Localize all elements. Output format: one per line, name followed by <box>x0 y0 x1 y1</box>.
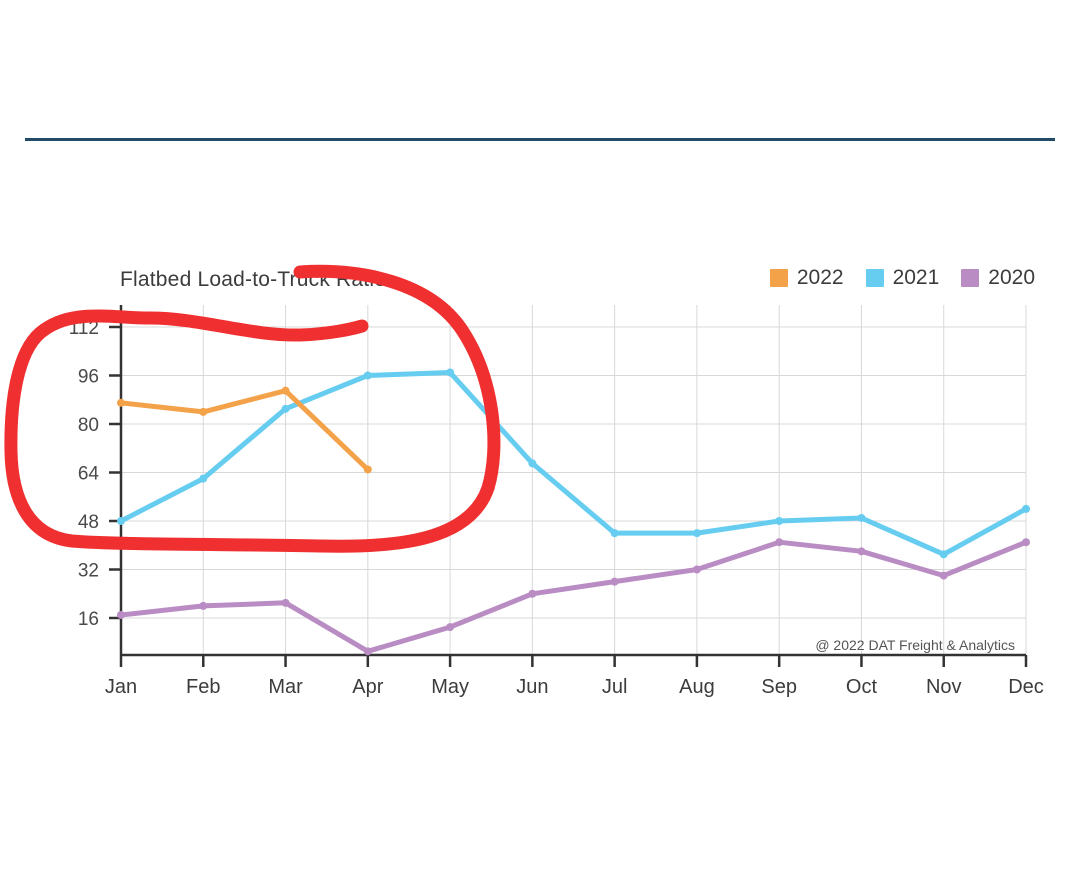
y-axis-tick-label: 16 <box>78 609 99 630</box>
axes <box>109 305 1028 667</box>
attribution-text: @ 2022 DAT Freight & Analytics <box>815 637 1015 653</box>
series-point-2020 <box>281 598 290 607</box>
series-point-2021 <box>775 517 784 525</box>
series-point-2020 <box>610 577 619 586</box>
series-point-2021 <box>857 513 866 522</box>
series-point-2020 <box>775 538 784 547</box>
series-point-2020 <box>1022 538 1030 547</box>
series-point-2021 <box>199 474 208 483</box>
y-axis-tick-label: 112 <box>69 318 99 339</box>
series-point-2020 <box>363 647 372 656</box>
series-point-2021 <box>939 550 948 559</box>
x-axis-tick-label: Dec <box>1008 676 1044 698</box>
series-point-2020 <box>199 601 208 610</box>
series-point-2020 <box>446 623 455 632</box>
top-divider-rule <box>25 138 1055 141</box>
series-line-2022 <box>118 388 371 472</box>
series-point-2022 <box>281 386 290 395</box>
series-point-2021 <box>446 368 455 377</box>
x-axis-tick-label: Oct <box>846 676 878 698</box>
x-axis-tick-label: Jul <box>602 676 628 698</box>
plot-area: 16 32 48 64 80 96 112 Jan Feb Mar Apr May Jun Jul Aug… <box>0 240 1080 740</box>
x-axis-tick-label: Jun <box>516 676 548 698</box>
x-axis-tick-label: Aug <box>679 676 715 698</box>
series-point-2021 <box>363 371 372 380</box>
series-point-2020 <box>857 547 866 556</box>
y-axis-tick-label: 80 <box>78 415 99 436</box>
series-point-2022 <box>199 407 208 416</box>
y-axis-tick-label: 96 <box>78 367 99 388</box>
series-point-2022 <box>363 465 372 474</box>
series-point-2021 <box>528 459 537 468</box>
x-axis-tick-label: Mar <box>268 676 303 698</box>
series-point-2021 <box>117 517 125 525</box>
y-axis-tick-label: 48 <box>78 512 99 533</box>
series-point-2021 <box>1022 504 1030 513</box>
series-point-2020 <box>939 571 948 580</box>
x-axis-tick-label: Jan <box>105 676 137 698</box>
x-axis-tick-label: Feb <box>186 676 220 698</box>
series-point-2020 <box>692 565 701 574</box>
series-point-2020 <box>117 610 125 619</box>
x-axis-tick-label: Sep <box>761 676 797 698</box>
chart-card: Flatbed Load-to-Truck Ratio 2022 2021 20… <box>0 240 1080 740</box>
x-axis-labels: Jan Feb Mar Apr May Jun Jul Aug Sep Oct Nov Dec <box>105 676 1044 698</box>
y-axis-tick-label: 64 <box>78 464 100 485</box>
series-point-2021 <box>281 404 290 413</box>
y-axis-tick-label: 32 <box>78 561 99 582</box>
series-point-2021 <box>692 529 701 538</box>
series-point-2022 <box>117 398 125 407</box>
series-point-2021 <box>610 529 619 538</box>
series-point-2020 <box>528 589 537 598</box>
series-line-2020 <box>118 539 1029 654</box>
y-axis-labels: 16 32 48 64 80 96 112 <box>69 318 100 630</box>
chart-svg: 16 32 48 64 80 96 112 Jan Feb Mar Apr May Jun Jul Aug… <box>69 305 1044 698</box>
x-axis-tick-label: Nov <box>926 676 962 698</box>
x-axis-tick-label: May <box>431 676 469 698</box>
data-series <box>117 368 1030 656</box>
x-axis-tick-label: Apr <box>352 676 383 698</box>
